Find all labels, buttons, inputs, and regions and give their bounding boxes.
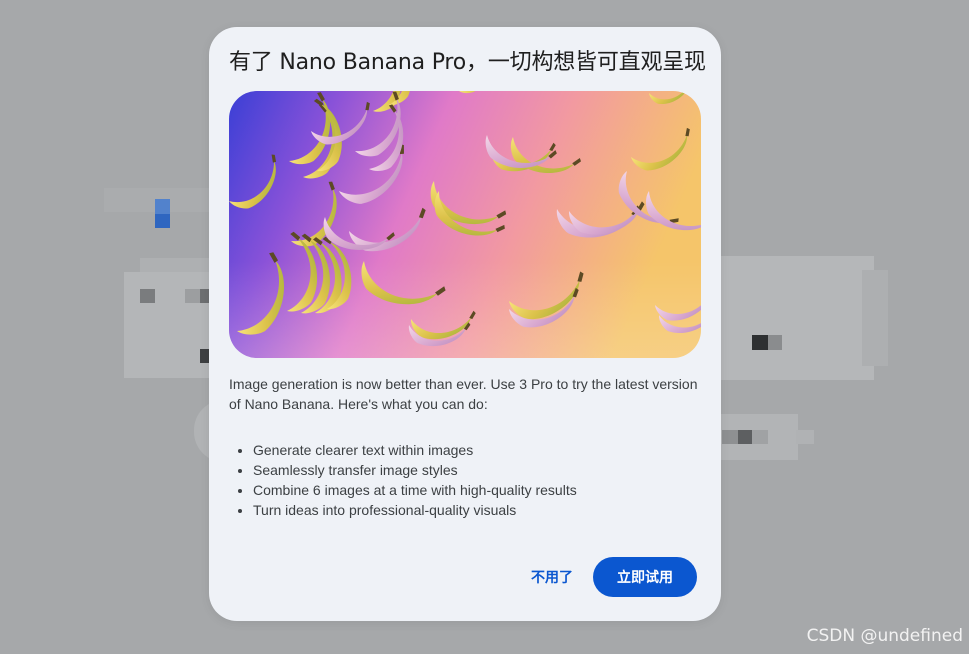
- feature-item: Generate clearer text within images: [253, 440, 577, 460]
- feature-item: Turn ideas into professional-quality vis…: [253, 500, 577, 520]
- background-blue-block: [155, 214, 170, 228]
- background-pixel: [738, 430, 752, 444]
- watermark: CSDN @undefined: [806, 626, 963, 646]
- background-pixel: [185, 289, 200, 303]
- promo-dialog: 有了 Nano Banana Pro，一切构想皆可直观呈现 Image gene…: [209, 27, 721, 621]
- background-pixel: [752, 335, 768, 350]
- dismiss-button[interactable]: 不用了: [521, 557, 583, 597]
- background-input: [796, 430, 814, 444]
- feature-list: Generate clearer text within images Seam…: [229, 440, 577, 520]
- background-pixel: [140, 289, 155, 303]
- feature-item: Seamlessly transfer image styles: [253, 460, 577, 480]
- feature-item: Combine 6 images at a time with high-qua…: [253, 480, 577, 500]
- background-blue-block: [155, 199, 170, 214]
- background-card: [720, 256, 874, 380]
- dialog-description: Image generation is now better than ever…: [229, 376, 698, 412]
- dialog-title: 有了 Nano Banana Pro，一切构想皆可直观呈现: [229, 50, 706, 75]
- background-card: [862, 270, 888, 366]
- background-pixel: [722, 430, 738, 444]
- background-pixel: [752, 430, 768, 444]
- hero-image: [229, 91, 701, 358]
- try-now-button[interactable]: 立即试用: [593, 557, 697, 597]
- background-pixel: [768, 335, 782, 350]
